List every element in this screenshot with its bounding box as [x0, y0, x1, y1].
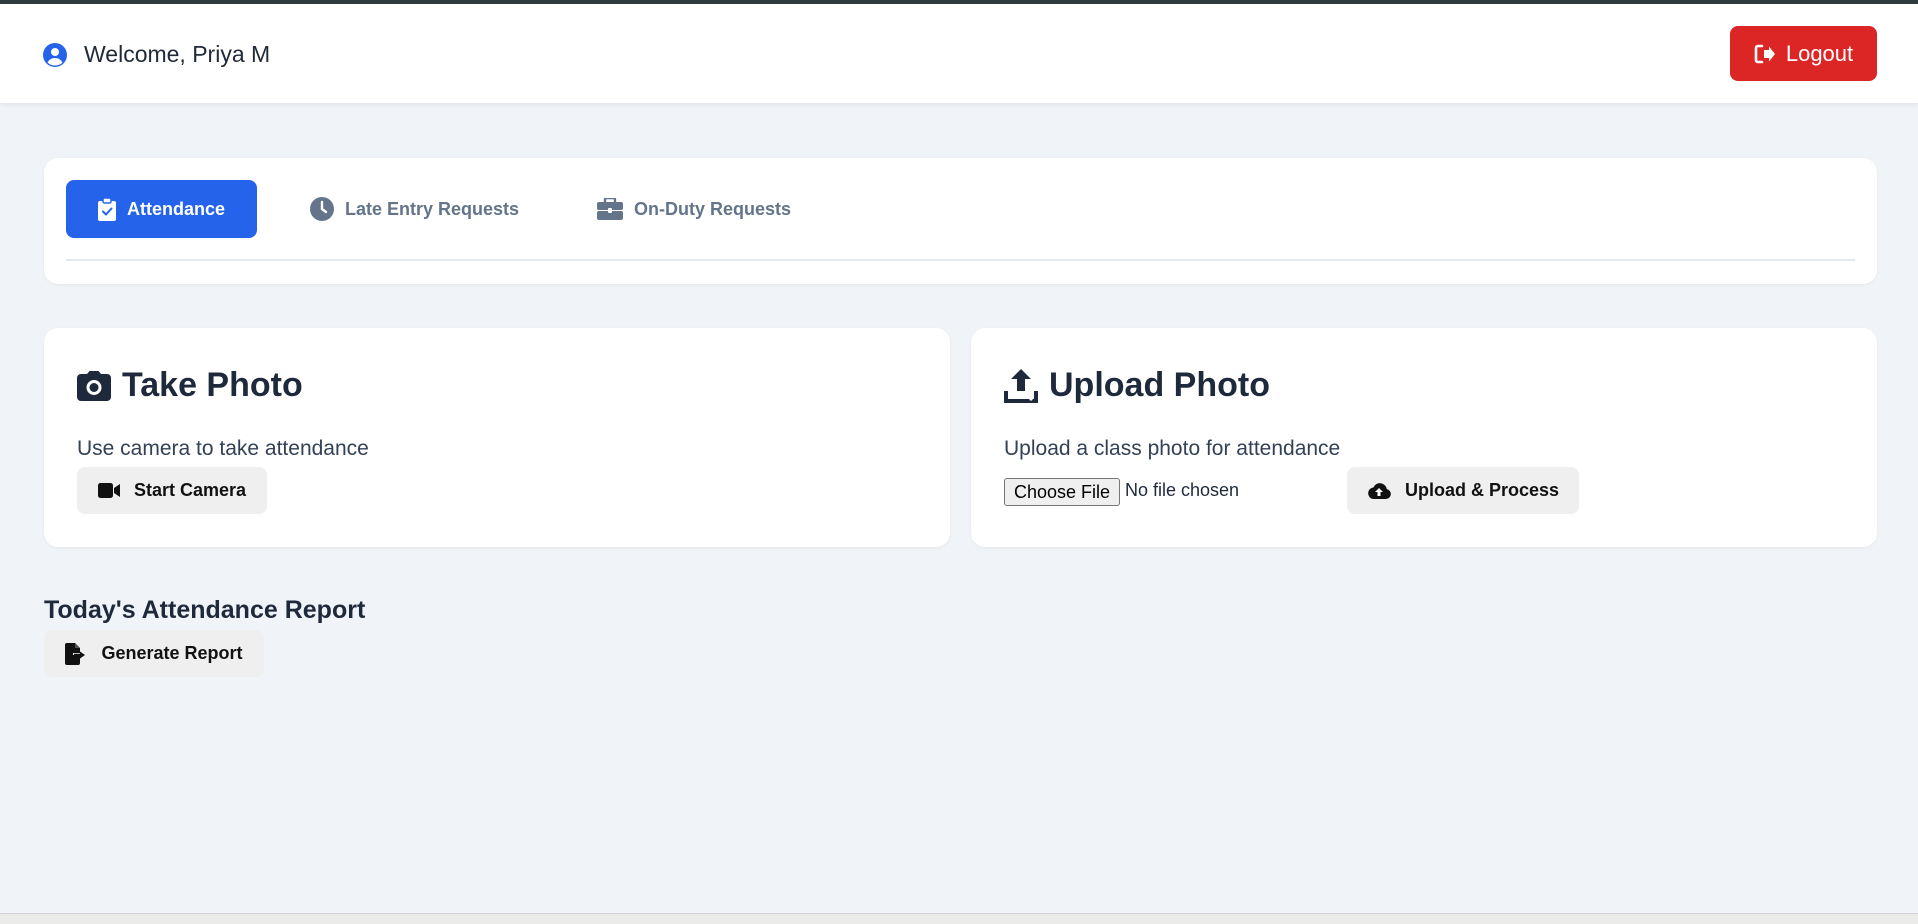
upload-photo-description: Upload a class photo for attendance — [1004, 437, 1341, 460]
video-icon — [97, 483, 120, 498]
app-header: Welcome, Priya M Logout — [0, 4, 1918, 103]
tab-label: Late Entry Requests — [345, 198, 520, 219]
card-title-text: Upload Photo — [1049, 366, 1270, 404]
welcome-text: Welcome, Priya M — [84, 41, 271, 67]
button-label: Start Camera — [133, 480, 247, 500]
user-circle-icon — [43, 42, 67, 67]
take-photo-card: Take Photo Use camera to take attendance… — [44, 328, 950, 547]
generate-report-button[interactable]: Generate Report — [44, 630, 264, 677]
upload-process-button[interactable]: Upload & Process — [1347, 467, 1579, 514]
sign-out-icon — [1754, 44, 1776, 64]
button-label: Generate Report — [101, 643, 243, 663]
tab-label: On-Duty Requests — [634, 198, 792, 219]
browser-bottom-strip — [0, 913, 1918, 924]
tab-on-duty-requests[interactable]: On-Duty Requests — [597, 180, 791, 238]
tab-late-entry-requests[interactable]: Late Entry Requests — [310, 180, 519, 238]
file-export-icon — [65, 642, 87, 665]
attendance-report-title: Today's Attendance Report — [44, 596, 366, 624]
briefcase-icon — [597, 198, 623, 220]
tab-label: Attendance — [127, 198, 226, 219]
tabs-card: Attendance Late Entry Requests On-Duty R… — [44, 158, 1877, 284]
take-photo-title: Take Photo — [77, 366, 303, 405]
upload-icon — [1004, 368, 1038, 403]
tabs-divider — [66, 259, 1855, 261]
upload-photo-card: Upload Photo Upload a class photo for at… — [971, 328, 1877, 547]
camera-icon — [77, 370, 111, 401]
clock-icon — [310, 197, 334, 221]
take-photo-description: Use camera to take attendance — [77, 437, 369, 460]
card-title-text: Take Photo — [122, 366, 303, 404]
cloud-upload-icon — [1367, 482, 1391, 499]
button-label: Upload & Process — [1404, 480, 1560, 500]
clipboard-check-icon — [98, 197, 116, 221]
choose-file-button[interactable]: Choose File — [1004, 478, 1121, 506]
logout-label: Logout — [1785, 40, 1854, 66]
start-camera-button[interactable]: Start Camera — [77, 467, 267, 514]
upload-photo-title: Upload Photo — [1004, 366, 1270, 405]
tab-attendance[interactable]: Attendance — [66, 180, 258, 238]
file-status-text: No file chosen — [1125, 480, 1240, 500]
welcome-block: Welcome, Priya M — [43, 41, 270, 68]
logout-button[interactable]: Logout — [1730, 26, 1877, 81]
